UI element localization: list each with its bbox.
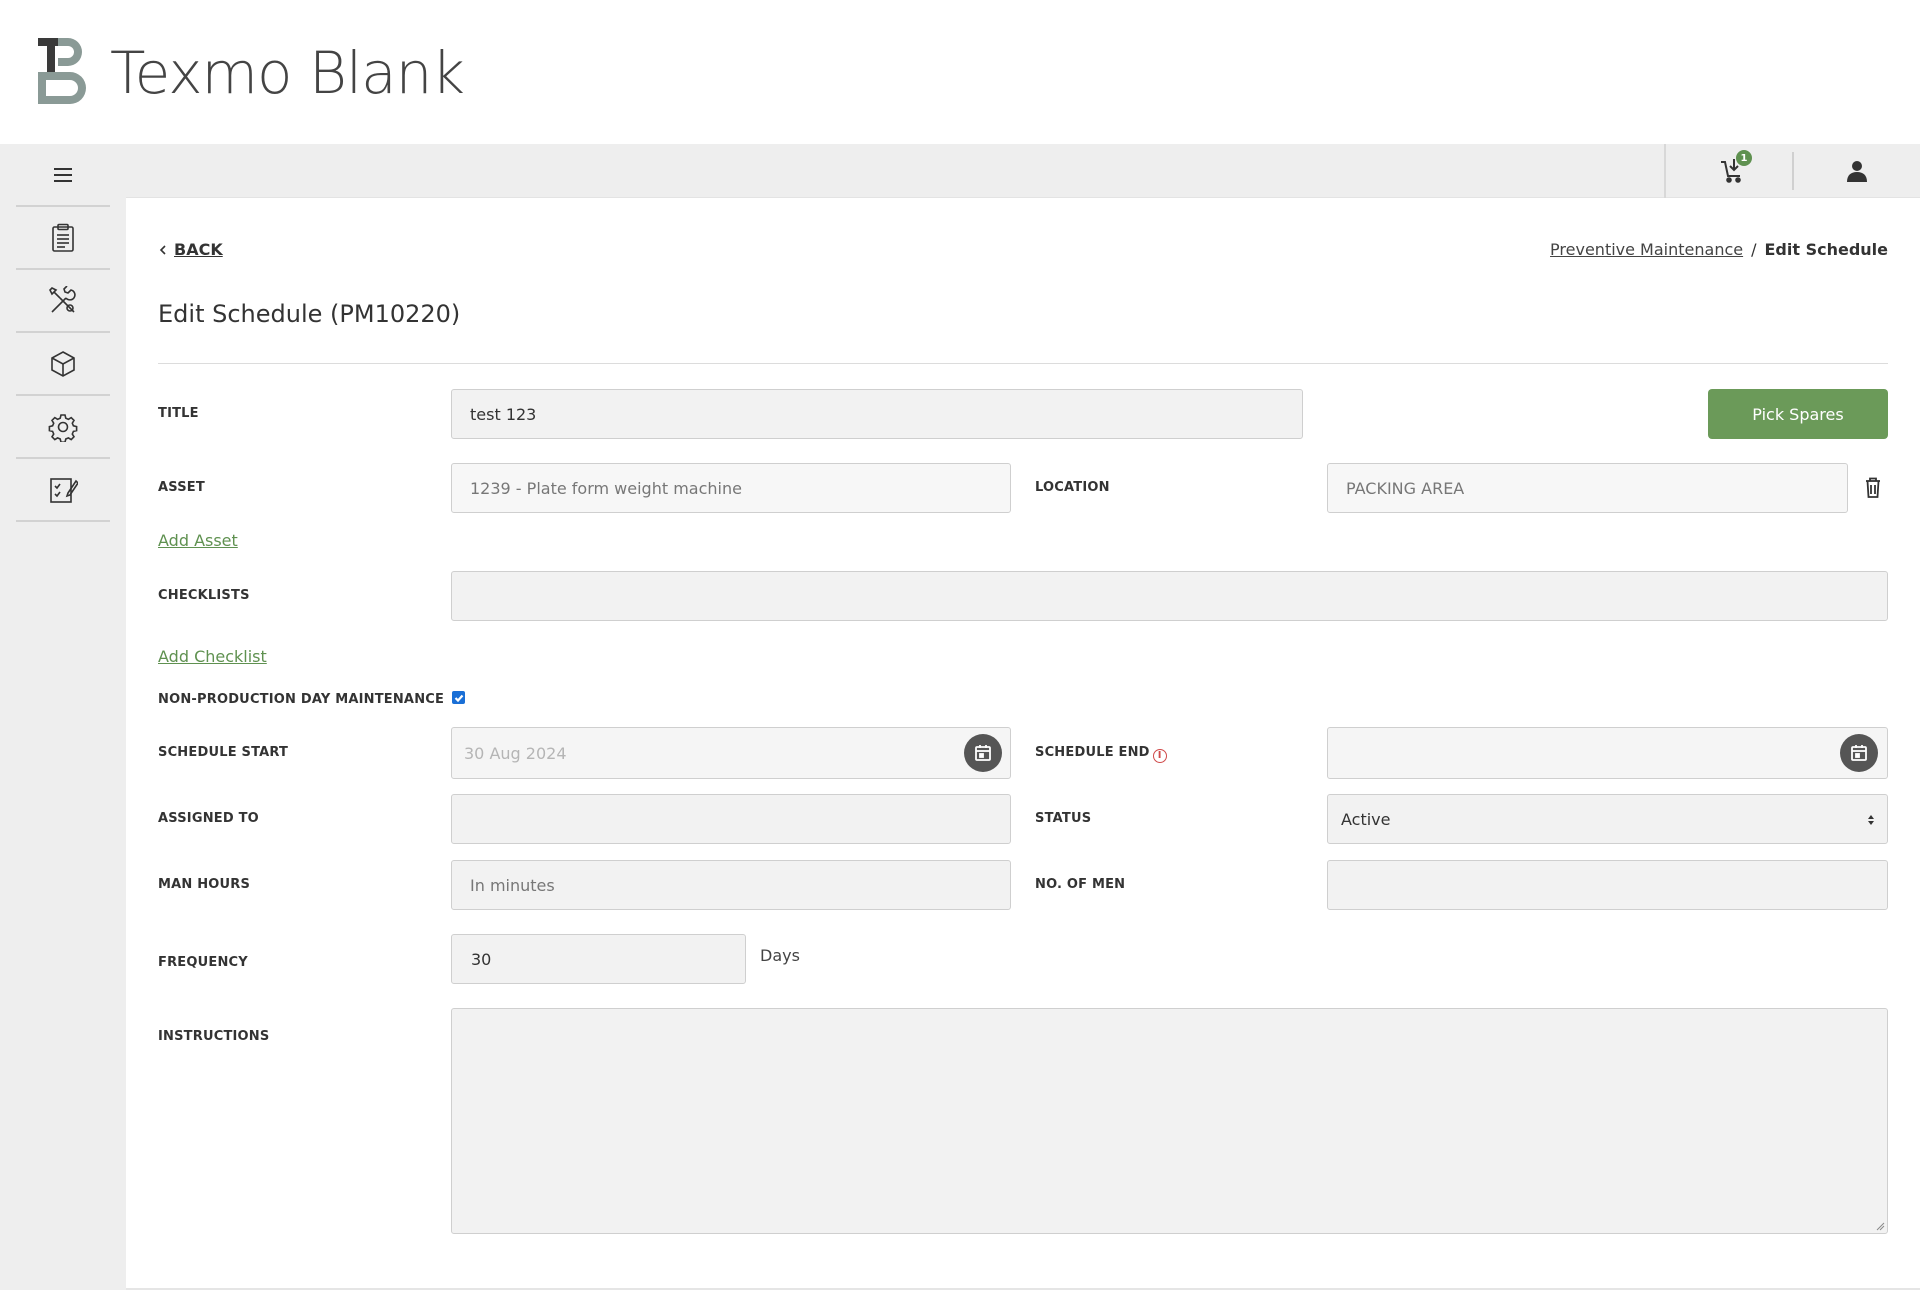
schedule-start-label: SCHEDULE START — [158, 745, 289, 760]
breadcrumb-current: Edit Schedule — [1764, 240, 1888, 259]
select-arrows-icon — [1868, 815, 1874, 825]
checkmark-icon — [454, 694, 463, 702]
divider — [1664, 144, 1666, 198]
add-asset-link[interactable]: Add Asset — [158, 531, 238, 550]
instructions-textarea[interactable] — [451, 1008, 1888, 1234]
title-input[interactable]: test 123 — [451, 389, 1303, 439]
schedule-end-label: SCHEDULE END i — [1035, 745, 1167, 763]
status-select[interactable]: Active — [1327, 794, 1888, 844]
page-title: Edit Schedule (PM10220) — [158, 300, 461, 328]
add-checklist-link[interactable]: Add Checklist — [158, 647, 267, 666]
non-production-checkbox[interactable] — [452, 691, 465, 704]
calendar-icon — [1851, 745, 1867, 761]
asset-label: ASSET — [158, 480, 205, 495]
logo-bar: Texmo Blank — [0, 0, 1920, 144]
menu-icon — [54, 167, 72, 182]
pick-spares-button[interactable]: Pick Spares — [1708, 389, 1888, 439]
frequency-input[interactable]: 30 — [451, 934, 746, 984]
title-label: TITLE — [158, 406, 199, 421]
calendar-icon — [975, 745, 991, 761]
sidebar-item-checklists[interactable] — [16, 459, 110, 522]
no-of-men-input[interactable] — [1327, 860, 1888, 910]
assigned-to-label: ASSIGNED TO — [158, 811, 259, 826]
non-production-label: NON-PRODUCTION DAY MAINTENANCE — [158, 692, 445, 707]
resize-handle-icon[interactable] — [1875, 1221, 1885, 1231]
checklist-edit-icon — [50, 477, 78, 503]
breadcrumb: Preventive Maintenance / Edit Schedule — [1550, 240, 1888, 259]
user-menu-button[interactable] — [1837, 151, 1877, 191]
checklists-label: CHECKLISTS — [158, 588, 250, 603]
cart-button[interactable]: 1 — [1712, 150, 1752, 190]
frequency-label: FREQUENCY — [158, 955, 248, 970]
breadcrumb-preventive-maintenance[interactable]: Preventive Maintenance — [1550, 240, 1743, 259]
status-selected-value: Active — [1341, 809, 1391, 829]
info-icon[interactable]: i — [1152, 749, 1167, 763]
man-hours-input[interactable]: In minutes — [451, 860, 1011, 910]
schedule-start-input[interactable]: 30 Aug 2024 — [451, 727, 1011, 779]
assigned-to-input[interactable] — [451, 794, 1011, 844]
no-of-men-label: NO. OF MEN — [1035, 877, 1126, 892]
location-input[interactable]: PACKING AREA — [1327, 463, 1848, 513]
schedule-end-calendar-button[interactable] — [1840, 734, 1878, 772]
sidebar-item-settings[interactable] — [16, 396, 110, 459]
back-label: BACK — [174, 240, 223, 259]
schedule-start-calendar-button[interactable] — [964, 734, 1002, 772]
trash-icon[interactable] — [1863, 476, 1883, 500]
brand-name: Texmo Blank — [110, 39, 465, 107]
user-icon — [1847, 161, 1867, 182]
gear-icon — [48, 413, 78, 442]
frequency-unit: Days — [760, 946, 800, 965]
sidebar-item-work-orders[interactable] — [16, 207, 110, 270]
clipboard-icon — [52, 223, 74, 252]
title-divider — [158, 363, 1888, 364]
asset-input[interactable]: 1239 - Plate form weight machine — [451, 463, 1011, 513]
menu-toggle-button[interactable] — [16, 144, 110, 207]
tools-icon — [49, 285, 76, 313]
checklists-input[interactable] — [451, 571, 1888, 621]
brand-logo-icon — [38, 38, 86, 104]
schedule-end-input[interactable] — [1327, 727, 1888, 779]
man-hours-label: MAN HOURS — [158, 877, 251, 892]
status-label: STATUS — [1035, 811, 1092, 826]
top-bar: 1 — [126, 144, 1920, 198]
sidebar-item-inventory[interactable] — [16, 333, 110, 396]
schedule-end-label-text: SCHEDULE END — [1035, 745, 1150, 760]
back-link[interactable]: BACK — [158, 240, 223, 259]
sidebar-item-maintenance[interactable] — [16, 270, 110, 333]
cart-count-badge: 1 — [1736, 150, 1752, 166]
instructions-label: INSTRUCTIONS — [158, 1029, 270, 1044]
breadcrumb-separator: / — [1751, 240, 1757, 259]
sidebar — [0, 144, 126, 1290]
location-label: LOCATION — [1035, 480, 1110, 495]
chevron-left-icon — [159, 244, 166, 255]
divider — [1792, 152, 1794, 190]
box-icon — [51, 350, 75, 377]
